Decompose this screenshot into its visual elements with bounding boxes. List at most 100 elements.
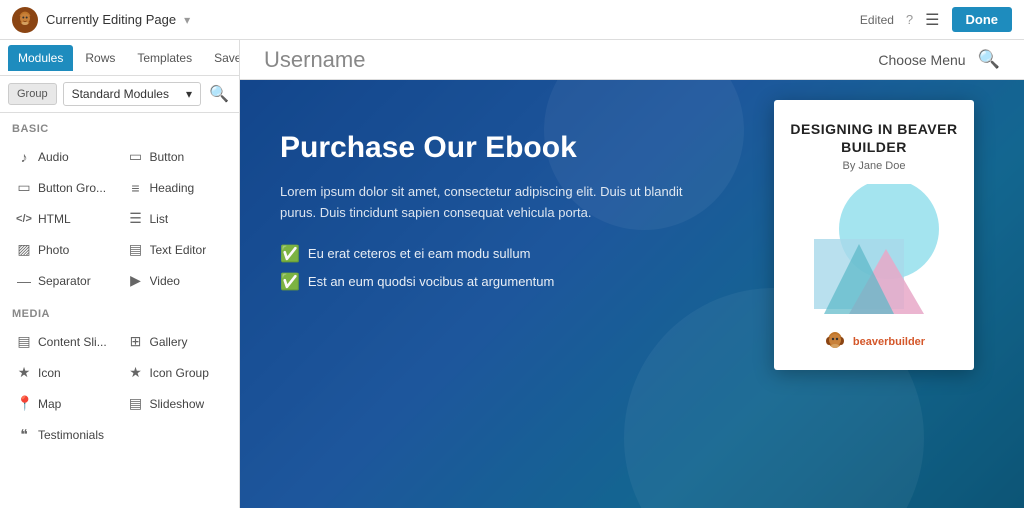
module-text-editor[interactable]: ▤ Text Editor [120, 234, 232, 265]
header-search-icon[interactable]: 🔍 [978, 49, 1000, 70]
heading-icon: ≡ [128, 180, 144, 196]
icon-group-label: Icon Group [150, 366, 209, 380]
module-heading[interactable]: ≡ Heading [120, 172, 232, 203]
chevron-down-icon[interactable]: ▾ [184, 13, 190, 27]
search-icon[interactable]: 🔍 [207, 82, 231, 106]
list-label: List [150, 212, 169, 226]
dropdown-chevron-icon: ▾ [186, 87, 192, 101]
book-author: By Jane Doe [843, 160, 906, 172]
text-editor-label: Text Editor [150, 243, 207, 257]
hero-list-item-1: ✅ Eu erat ceteros et ei eam modu sullum [280, 244, 720, 264]
button-label: Button [150, 150, 185, 164]
button-group-label: Button Gro... [38, 181, 106, 195]
module-button[interactable]: ▭ Button [120, 141, 232, 172]
tab-templates[interactable]: Templates [127, 45, 202, 71]
hero-list-item-2-text: Est an eum quodsi vocibus at argumentum [308, 274, 554, 289]
video-label: Video [150, 274, 180, 288]
section-media-label: Media [0, 298, 239, 324]
content-slider-label: Content Sli... [38, 335, 107, 349]
hero-section: Purchase Our Ebook Lorem ipsum dolor sit… [240, 80, 1024, 508]
book-title: DESIGNING IN BEAVER BUILDER [790, 120, 958, 156]
tab-saved[interactable]: Saved [204, 45, 240, 71]
editing-label: Currently Editing Page [46, 12, 176, 27]
gallery-label: Gallery [150, 335, 188, 349]
module-map[interactable]: 📍 Map [8, 388, 120, 419]
module-list: Basic ♪ Audio ▭ Button ▭ Button Gro... ≡… [0, 113, 239, 508]
group-button[interactable]: Group [8, 83, 57, 105]
slideshow-icon: ▤ [128, 395, 144, 412]
section-basic-label: Basic [0, 113, 239, 139]
hero-content: Purchase Our Ebook Lorem ipsum dolor sit… [240, 80, 760, 350]
main-layout: Modules Rows Templates Saved Group Stand… [0, 40, 1024, 508]
module-slideshow[interactable]: ▤ Slideshow [120, 388, 232, 419]
map-label: Map [38, 397, 61, 411]
audio-label: Audio [38, 150, 69, 164]
module-button-group[interactable]: ▭ Button Gro... [8, 172, 120, 203]
module-icon[interactable]: ★ Icon [8, 357, 120, 388]
book-illustration [794, 184, 954, 314]
hero-text: Lorem ipsum dolor sit amet, consectetur … [280, 182, 720, 224]
hero-title: Purchase Our Ebook [280, 130, 720, 166]
testimonials-label: Testimonials [38, 428, 104, 442]
hero-list-item-2: ✅ Est an eum quodsi vocibus at argumentu… [280, 272, 720, 292]
icon-label: Icon [38, 366, 61, 380]
module-html[interactable]: </> HTML [8, 203, 120, 234]
choose-menu-button[interactable]: Choose Menu [878, 52, 965, 68]
heading-label: Heading [150, 181, 195, 195]
map-icon: 📍 [16, 395, 32, 412]
page-header: Username Choose Menu 🔍 [240, 40, 1024, 80]
button-icon: ▭ [128, 148, 144, 165]
page-title: Username [264, 47, 365, 73]
topbar: Currently Editing Page ▾ Edited ? ☰ Done [0, 0, 1024, 40]
slideshow-label: Slideshow [150, 397, 205, 411]
dropdown-label: Standard Modules [72, 87, 169, 101]
html-icon: </> [16, 213, 32, 225]
separator-icon: — [16, 273, 32, 289]
list-icon: ☰ [128, 210, 144, 227]
button-group-icon: ▭ [16, 179, 32, 196]
gallery-icon: ⊞ [128, 333, 144, 350]
edited-status: Edited [860, 13, 894, 27]
sidebar-filter: Group Standard Modules ▾ 🔍 [0, 76, 239, 113]
module-photo[interactable]: ▨ Photo [8, 234, 120, 265]
module-icon-group[interactable]: ★ Icon Group [120, 357, 232, 388]
testimonials-icon: ❝ [16, 426, 32, 443]
module-audio[interactable]: ♪ Audio [8, 141, 120, 172]
audio-icon: ♪ [16, 149, 32, 165]
icon-module-icon: ★ [16, 364, 32, 381]
module-separator[interactable]: — Separator [8, 265, 120, 296]
sidebar: Modules Rows Templates Saved Group Stand… [0, 40, 240, 508]
icon-group-icon: ★ [128, 364, 144, 381]
media-grid: ▤ Content Sli... ⊞ Gallery ★ Icon ★ Icon… [0, 324, 239, 452]
hero-list: ✅ Eu erat ceteros et ei eam modu sullum … [280, 244, 720, 292]
hero-list-item-1-text: Eu erat ceteros et ei eam modu sullum [308, 246, 531, 261]
module-testimonials[interactable]: ❝ Testimonials [8, 419, 120, 450]
module-video[interactable]: ▶ Video [120, 265, 232, 296]
list-icon[interactable]: ☰ [925, 10, 939, 30]
html-label: HTML [38, 212, 71, 226]
module-gallery[interactable]: ⊞ Gallery [120, 326, 232, 357]
text-editor-icon: ▤ [128, 241, 144, 258]
video-icon: ▶ [128, 272, 144, 289]
book-logo: beaverbuilder [823, 330, 925, 354]
content-area: Username Choose Menu 🔍 Purchase Our Eboo… [240, 40, 1024, 508]
page-header-right: Choose Menu 🔍 [878, 49, 1000, 70]
tab-modules[interactable]: Modules [8, 45, 73, 71]
basic-grid: ♪ Audio ▭ Button ▭ Button Gro... ≡ Headi… [0, 139, 239, 298]
tab-rows[interactable]: Rows [75, 45, 125, 71]
check-icon-1: ✅ [280, 244, 300, 264]
help-icon[interactable]: ? [906, 12, 913, 27]
module-type-dropdown[interactable]: Standard Modules ▾ [63, 82, 202, 106]
content-slider-icon: ▤ [16, 333, 32, 350]
module-list[interactable]: ☰ List [120, 203, 232, 234]
topbar-left: Currently Editing Page ▾ [12, 7, 190, 33]
photo-icon: ▨ [16, 241, 32, 258]
module-content-slider[interactable]: ▤ Content Sli... [8, 326, 120, 357]
avatar [12, 7, 38, 33]
separator-label: Separator [38, 274, 91, 288]
done-button[interactable]: Done [952, 7, 1013, 32]
book-card: DESIGNING IN BEAVER BUILDER By Jane Doe [774, 100, 974, 370]
book-logo-text: beaverbuilder [853, 336, 925, 348]
sidebar-tabs: Modules Rows Templates Saved [0, 40, 239, 76]
topbar-right: Edited ? ☰ Done [860, 7, 1012, 32]
